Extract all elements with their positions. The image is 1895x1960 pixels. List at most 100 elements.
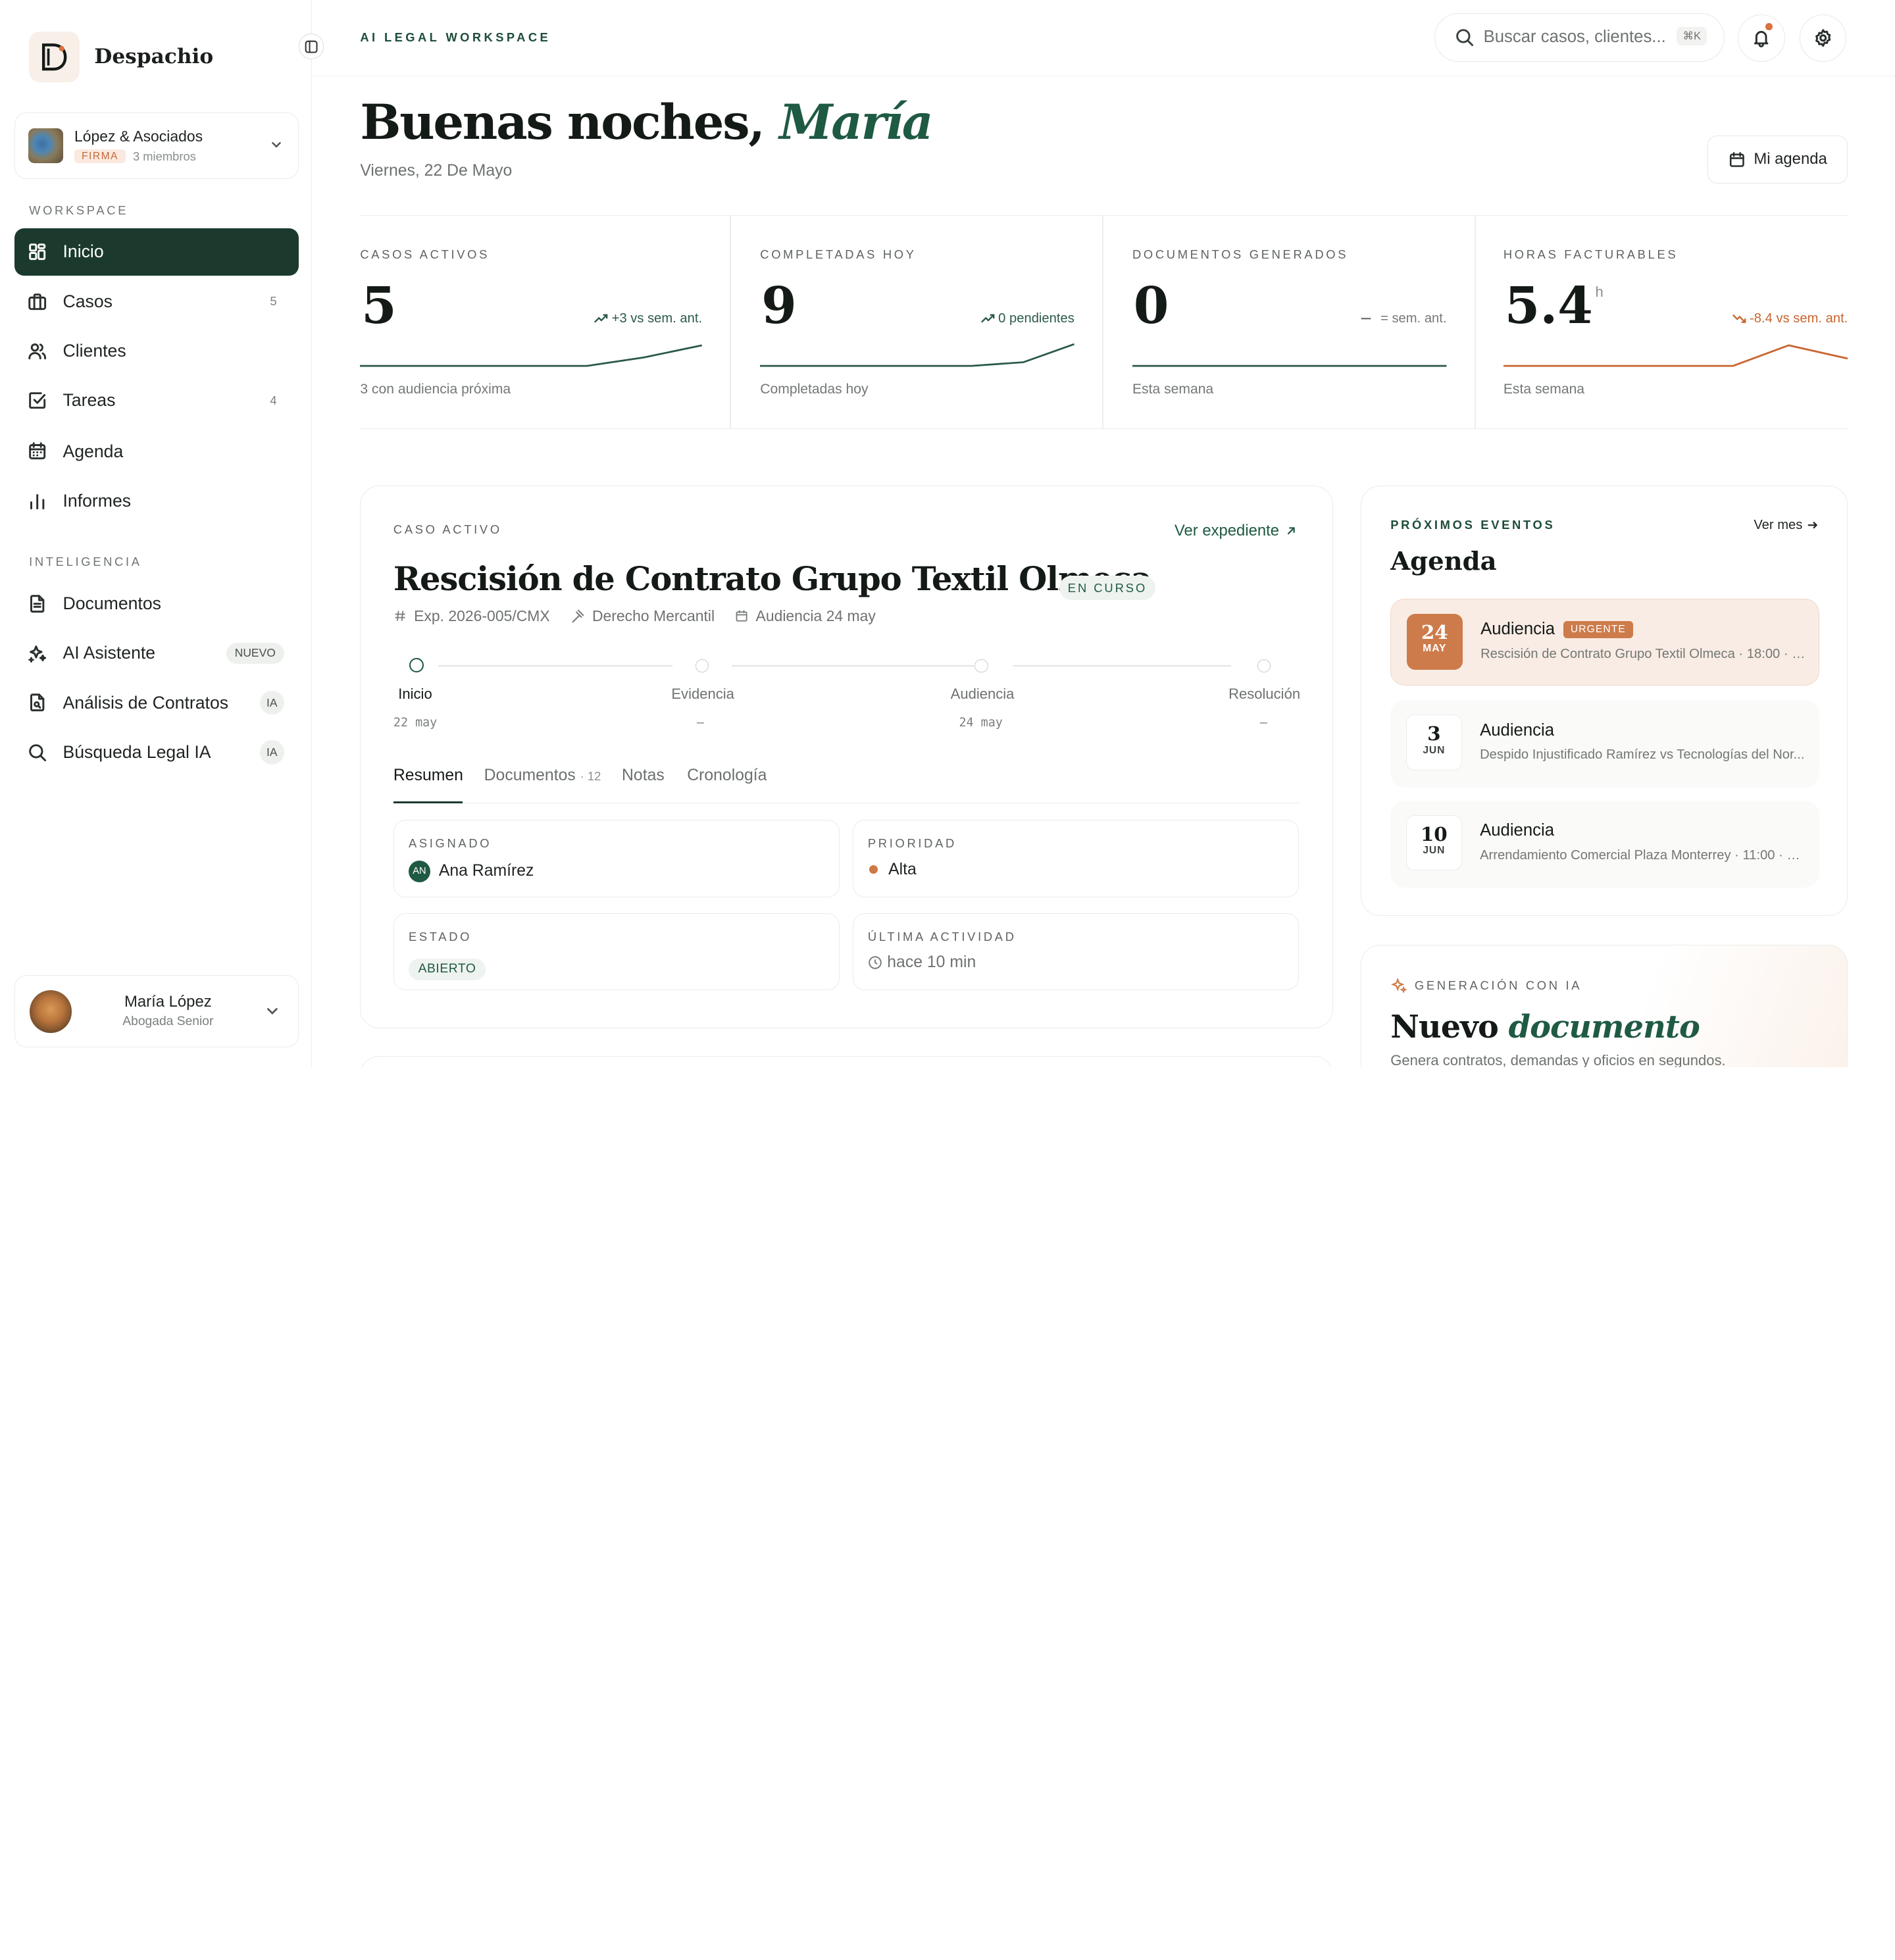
- user-name: María López: [124, 992, 212, 1011]
- timeline-date: —: [1259, 716, 1267, 730]
- timeline-step-resolucion[interactable]: [1257, 659, 1271, 673]
- event-date-badge: 3 JUN: [1406, 715, 1462, 770]
- sidebar-item-inicio[interactable]: Inicio: [14, 228, 299, 276]
- field-label: ASIGNADO: [408, 836, 492, 851]
- user-menu[interactable]: María López Abogada Senior: [14, 975, 299, 1048]
- ia-badge: IA: [259, 740, 284, 765]
- greeting-name: María: [779, 94, 933, 151]
- timeline-label: Evidencia: [671, 686, 734, 703]
- sidebar-item-label: Inicio: [63, 241, 104, 262]
- stat-label: DOCUMENTOS GENERADOS: [1132, 247, 1349, 261]
- stats-row: CASOS ACTIVOS 5 +3 vs sem. ant. 3 con au…: [360, 214, 1848, 430]
- view-file-link[interactable]: Ver expediente: [1175, 522, 1299, 540]
- sidebar-item-label: AI Asistente: [63, 643, 156, 663]
- firm-switcher[interactable]: López & Asociados FIRMA 3 miembros: [14, 112, 299, 179]
- collapse-sidebar-button[interactable]: [298, 34, 324, 59]
- stat-delta: 0 pendientes: [980, 311, 1074, 326]
- field-label: PRIORIDAD: [867, 836, 957, 851]
- nuevo-badge: NUEVO: [226, 642, 284, 664]
- sidebar-item-label: Tareas: [63, 390, 116, 411]
- stat-value: 9: [761, 276, 797, 336]
- stat-documentos-generados[interactable]: DOCUMENTOS GENERADOS 0 = sem. ant. Esta …: [1132, 216, 1447, 428]
- tab-notas[interactable]: Notas: [622, 766, 665, 785]
- sidebar-item-tareas[interactable]: Tareas 4: [14, 377, 299, 424]
- gavel-icon: [572, 610, 584, 623]
- sidebar-item-informes[interactable]: Informes: [14, 477, 299, 524]
- sidebar-item-analisis-contratos[interactable]: Análisis de Contratos IA: [14, 679, 299, 726]
- gen-eyebrow: GENERACIÓN CON IA: [1390, 977, 1582, 994]
- active-case-card: CASO ACTIVO Ver expediente Rescisión de …: [360, 486, 1333, 1029]
- ai-generation-card[interactable]: GENERACIÓN CON IA Nuevo documento Genera…: [1361, 945, 1848, 1067]
- sidebar-item-busqueda-legal[interactable]: Búsqueda Legal IA IA: [14, 729, 299, 776]
- event-title: Audiencia: [1480, 821, 1554, 840]
- agenda-event[interactable]: 10 JUN Audiencia Arrendamiento Comercial…: [1390, 800, 1820, 888]
- stat-value: 5.4 h: [1504, 276, 1604, 336]
- current-date: Viernes, 22 De Mayo: [360, 162, 513, 180]
- agenda-event[interactable]: 24 MAY Audiencia URGENTE Rescisión de Con…: [1390, 599, 1820, 686]
- sidebar-item-clientes[interactable]: Clientes: [14, 328, 299, 375]
- section-inteligencia-label: INTELIGENCIA: [29, 555, 142, 569]
- brand-name: Despachio: [94, 45, 214, 69]
- my-agenda-label: Mi agenda: [1754, 150, 1827, 168]
- sidebar-item-ai-asistente[interactable]: AI Asistente NUEVO: [14, 630, 299, 677]
- timeline-step-audiencia[interactable]: [974, 659, 988, 673]
- case-tabs: Resumen Documentos · 12 Notas Cronología: [393, 765, 1300, 804]
- stat-label: HORAS FACTURABLES: [1503, 247, 1679, 261]
- trend-flat-icon: [1361, 318, 1371, 320]
- firm-members: 3 miembros: [132, 149, 196, 163]
- sidebar-item-label: Documentos: [63, 593, 161, 613]
- timeline-step-evidencia[interactable]: [695, 659, 709, 673]
- case-area: Derecho Mercantil: [592, 607, 715, 624]
- gear-icon: [1815, 29, 1831, 47]
- event-title: Audiencia: [1480, 720, 1554, 740]
- timeline-date: —: [696, 716, 704, 730]
- stat-horas-facturables[interactable]: HORAS FACTURABLES 5.4 h -8.4 vs sem. ant.…: [1503, 216, 1848, 428]
- sparkline: [1503, 344, 1848, 367]
- search-icon: [29, 743, 47, 761]
- notifications-button[interactable]: [1738, 14, 1785, 62]
- sidebar-toggle-icon: [305, 40, 318, 53]
- arrow-up-right-icon: [1288, 526, 1296, 534]
- tab-resumen[interactable]: Resumen: [393, 766, 463, 785]
- view-month-link[interactable]: Ver mes: [1754, 518, 1818, 533]
- app-window: Despachio López & Asociados FIRMA 3 miem…: [0, 0, 1895, 1067]
- search-shortcut: ⌘K: [1677, 27, 1707, 45]
- sidebar-item-casos[interactable]: Casos 5: [14, 278, 299, 325]
- sidebar-item-agenda[interactable]: Agenda: [14, 428, 299, 475]
- despachio-logo-icon: [29, 31, 80, 82]
- search-input[interactable]: Buscar casos, clientes... ⌘K: [1434, 13, 1725, 62]
- settings-button[interactable]: [1799, 14, 1847, 62]
- gen-description: Genera contratos, demandas y oficios en …: [1390, 1051, 1726, 1067]
- event-title: Audiencia: [1480, 620, 1555, 639]
- ia-badge: IA: [259, 690, 284, 715]
- tab-cronologia[interactable]: Cronología: [687, 766, 767, 785]
- my-agenda-button[interactable]: Mi agenda: [1707, 135, 1848, 184]
- sidebar-item-documentos[interactable]: Documentos: [14, 580, 299, 628]
- calendar-icon: [736, 611, 747, 622]
- sparkline: [1132, 364, 1447, 367]
- stat-footnote: 3 con audiencia próxima: [360, 381, 511, 397]
- urgent-badge: URGENTE: [1563, 621, 1633, 638]
- file-search-icon: [30, 693, 45, 712]
- document-icon: [30, 595, 45, 613]
- calendar-icon: [29, 442, 46, 460]
- tab-documentos[interactable]: Documentos · 12: [484, 766, 601, 785]
- field-prioridad: PRIORIDAD Alta: [852, 820, 1299, 897]
- stat-completadas-hoy[interactable]: COMPLETADAS HOY 9 0 pendientes Completad…: [760, 216, 1074, 428]
- event-subtitle: Rescisión de Contrato Grupo Textil Olmec…: [1480, 646, 1807, 661]
- brand[interactable]: Despachio: [29, 31, 214, 82]
- case-eyebrow: CASO ACTIVO: [393, 522, 502, 537]
- timeline-label: Inicio: [398, 686, 432, 703]
- sparkles-icon: [28, 645, 47, 663]
- trend-down-icon: [1732, 314, 1746, 324]
- status-badge: ABIERTO: [408, 958, 486, 980]
- bell-icon: [1754, 31, 1769, 48]
- chevron-down-icon: [267, 1007, 278, 1015]
- agenda-event[interactable]: 3 JUN Audiencia Despido Injustificado Ra…: [1390, 700, 1820, 788]
- stat-casos-activos[interactable]: CASOS ACTIVOS 5 +3 vs sem. ant. 3 con au…: [360, 216, 703, 428]
- assignee-name[interactable]: Ana Ramírez: [439, 862, 534, 880]
- event-subtitle: Arrendamiento Comercial Plaza Monterrey …: [1480, 847, 1806, 863]
- timeline-label: Resolución: [1228, 686, 1301, 703]
- timeline-step-inicio[interactable]: [409, 658, 424, 673]
- briefcase-icon: [28, 293, 47, 310]
